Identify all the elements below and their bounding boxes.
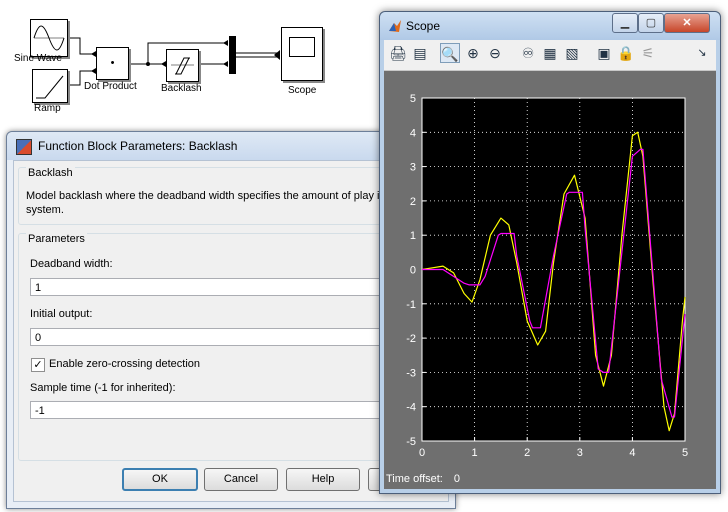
- dot-product-symbol: •: [110, 57, 115, 69]
- y-tick-label: 4: [410, 127, 416, 139]
- sample-time-label: Sample time (-1 for inherited):: [30, 382, 176, 394]
- mux-block[interactable]: [229, 36, 236, 74]
- time-offset-value: 0: [453, 473, 461, 485]
- scope-toolbar: 🖨 ▤ 🔍 ⊕ ⊖ ♾ ▦ ▧ ▣ 🔒 ⚟ ↘: [384, 40, 716, 71]
- scope-titlebar[interactable]: Scope ▁ ▢ ✕: [380, 12, 720, 40]
- y-tick-label: -2: [406, 333, 416, 345]
- sine-wave-block[interactable]: [30, 19, 68, 57]
- zoom-icon[interactable]: 🔍: [440, 43, 460, 63]
- toolbar-menu-arrow-icon[interactable]: ↘: [692, 43, 712, 63]
- close-button[interactable]: ✕: [664, 13, 710, 33]
- y-tick-label: -1: [406, 299, 416, 311]
- zoom-y-icon[interactable]: ⊖: [485, 43, 505, 63]
- scope-title: Scope: [406, 19, 441, 33]
- scope-plot-area: 0 1 2 3 4 5 5 4 3 2 1 0 -1 -2 -3 -4 -5 Time offset: 0: [384, 71, 716, 489]
- x-tick-label: 4: [629, 447, 635, 459]
- y-tick-label: 3: [410, 162, 416, 174]
- x-tick-label: 3: [577, 447, 583, 459]
- sine-wave-label: Sine Wave: [14, 53, 62, 64]
- y-tick-label: 1: [410, 230, 416, 242]
- block-name-heading: Backlash: [26, 167, 75, 179]
- dot-product-block[interactable]: •: [96, 47, 129, 80]
- minimize-button[interactable]: ▁: [612, 13, 638, 33]
- dot-product-label: Dot Product: [84, 81, 137, 92]
- dialog-title: Function Block Parameters: Backlash: [38, 139, 238, 153]
- ok-button[interactable]: OK: [122, 468, 198, 491]
- deadband-width-label: Deadband width:: [30, 258, 113, 270]
- y-tick-label: -5: [406, 436, 416, 448]
- zero-crossing-checkbox[interactable]: ✓: [31, 358, 45, 372]
- time-offset-label: Time offset:: [386, 473, 443, 485]
- print-icon[interactable]: 🖨: [388, 43, 408, 63]
- y-tick-label: 2: [410, 196, 416, 208]
- y-tick-label: -3: [406, 367, 416, 379]
- autoscale-icon[interactable]: ♾: [518, 43, 538, 63]
- signal-line-sine[interactable]: [68, 37, 96, 55]
- plot-axes-box: [421, 97, 686, 442]
- scope-window: Scope ▁ ▢ ✕ 🖨 ▤ 🔍 ⊕ ⊖ ♾ ▦ ▧ ▣ 🔒 ⚟ ↘ 0 1 2 3…: [379, 11, 721, 494]
- scope-plot[interactable]: 0 1 2 3 4 5 5 4 3 2 1 0 -1 -2 -3 -4 -5: [384, 71, 716, 471]
- y-tick-label: 5: [410, 93, 416, 105]
- parameters-icon[interactable]: ▤: [410, 43, 430, 63]
- zero-crossing-label: Enable zero-crossing detection: [49, 358, 201, 370]
- backlash-block[interactable]: [166, 49, 199, 82]
- simulink-icon: [16, 139, 32, 155]
- restore-axes-icon[interactable]: ▧: [562, 43, 582, 63]
- initial-output-label: Initial output:: [30, 308, 93, 320]
- backlash-label: Backlash: [161, 83, 202, 94]
- time-offset: Time offset: 0: [386, 473, 460, 485]
- parameters-heading: Parameters: [26, 233, 87, 245]
- x-tick-label: 0: [419, 447, 425, 459]
- y-tick-label: 0: [410, 265, 416, 277]
- floating-scope-icon[interactable]: ▣: [594, 43, 614, 63]
- scope-block[interactable]: [281, 27, 323, 81]
- x-tick-label: 5: [682, 447, 688, 459]
- cancel-button[interactable]: Cancel: [204, 468, 278, 491]
- ramp-label: Ramp: [34, 103, 61, 114]
- x-tick-label: 2: [524, 447, 530, 459]
- x-tick-label: 1: [472, 447, 478, 459]
- zoom-x-icon[interactable]: ⊕: [463, 43, 483, 63]
- save-axes-icon[interactable]: ▦: [540, 43, 560, 63]
- ramp-block[interactable]: [32, 69, 68, 103]
- maximize-button[interactable]: ▢: [638, 13, 664, 33]
- lock-axes-icon[interactable]: 🔒: [616, 43, 636, 63]
- scope-label: Scope: [288, 85, 317, 96]
- signal-selection-icon[interactable]: ⚟: [638, 43, 658, 63]
- y-tick-label: -4: [406, 402, 416, 414]
- matlab-icon: [389, 20, 401, 32]
- help-button[interactable]: Help: [286, 468, 360, 491]
